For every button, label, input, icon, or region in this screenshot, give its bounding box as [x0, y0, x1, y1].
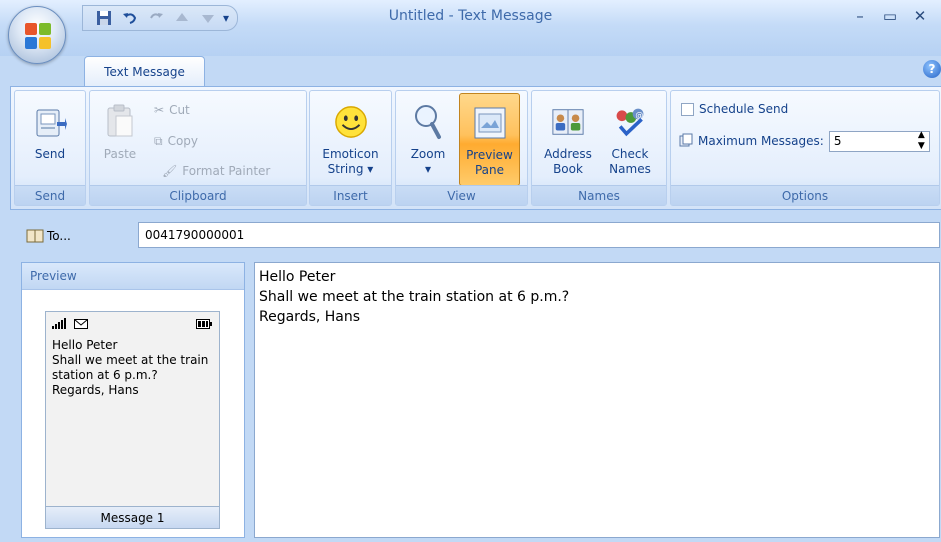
preview-pane-button[interactable]: Preview Pane	[459, 93, 520, 186]
address-book-small-icon	[26, 229, 44, 243]
preview-panel: Preview Hello Peter Shall we meet at the…	[21, 262, 245, 538]
phone-preview: Hello Peter Shall we meet at the train s…	[45, 311, 220, 529]
window-controls: – ▭ ✕	[847, 6, 933, 26]
copy-icon: ⧉	[154, 133, 163, 148]
emoticon-string-button[interactable]: Emoticon String ▾	[314, 93, 387, 177]
check-names-button[interactable]: @ Check Names	[600, 93, 660, 177]
tab-text-message[interactable]: Text Message	[84, 56, 205, 86]
phone-message-counter: Message 1	[46, 506, 219, 528]
check-names-icon: @	[616, 108, 644, 137]
title-bar: ▾ Untitled - Text Message – ▭ ✕	[0, 0, 941, 56]
envelope-icon	[74, 319, 88, 329]
preview-pane-icon	[474, 107, 505, 139]
group-label-send: Send	[15, 185, 85, 205]
send-icon	[36, 109, 67, 137]
magnifier-icon	[415, 105, 441, 139]
send-label: Send	[34, 147, 66, 161]
window-title: Untitled - Text Message	[388, 8, 553, 24]
spinner-arrows-icon[interactable]: ▲ ▼	[918, 130, 925, 152]
send-button[interactable]: Send	[20, 93, 80, 162]
ribbon-tab-row: Text Message ?	[0, 56, 941, 86]
maximum-messages-field: Maximum Messages: 5 ▲ ▼	[679, 130, 930, 152]
minimize-button[interactable]: –	[847, 6, 873, 26]
close-button[interactable]: ✕	[907, 6, 933, 26]
group-label-view: View	[396, 185, 527, 205]
svg-text:@: @	[635, 111, 643, 120]
group-label-clipboard: Clipboard	[90, 185, 306, 205]
preview-header: Preview	[22, 263, 244, 290]
maximum-messages-value: 5	[833, 133, 842, 148]
group-clipboard: Paste ✂ Cut ⧉ Copy 🖌 Format Painter Clip…	[89, 90, 307, 206]
phone-message-text: Hello Peter Shall we meet at the train s…	[52, 338, 209, 397]
scissors-icon: ✂	[154, 103, 165, 117]
smiley-icon	[334, 106, 367, 138]
paste-button[interactable]: Paste	[96, 93, 144, 162]
paste-icon	[107, 104, 133, 137]
maximum-messages-spinner[interactable]: 5 ▲ ▼	[828, 130, 930, 152]
help-icon[interactable]: ?	[923, 60, 941, 78]
to-button[interactable]: To...	[26, 229, 71, 243]
paste-label: Paste	[103, 147, 137, 161]
group-label-names: Names	[532, 185, 666, 205]
zoom-button[interactable]: Zoom ▾	[402, 93, 454, 177]
group-options: Schedule Send Maximum Messages: 5 ▲ ▼ Opt…	[670, 90, 940, 206]
ribbon: Send Send Paste ✂ Cut ⧉ Copy 🖌 Format Pa…	[10, 86, 941, 210]
messages-icon	[679, 133, 693, 150]
schedule-send-checkbox[interactable]: Schedule Send	[681, 99, 788, 119]
address-book-button[interactable]: Address Book	[538, 93, 598, 177]
group-send: Send Send	[14, 90, 86, 206]
group-label-options: Options	[671, 185, 939, 205]
address-book-icon	[552, 109, 584, 135]
message-body-input[interactable]: Hello Peter Shall we meet at the train s…	[254, 262, 940, 538]
office-logo-icon	[25, 23, 51, 49]
battery-icon	[196, 319, 212, 329]
copy-button[interactable]: ⧉ Copy	[154, 131, 198, 151]
group-view: Zoom ▾ Preview Pane View	[395, 90, 528, 206]
group-label-insert: Insert	[310, 185, 391, 205]
format-painter-button[interactable]: 🖌 Format Painter	[162, 161, 270, 181]
group-insert: Emoticon String ▾ Insert	[309, 90, 392, 206]
checkbox-icon[interactable]	[681, 102, 694, 116]
paintbrush-icon: 🖌	[162, 164, 178, 178]
recipient-row: To...	[10, 210, 941, 260]
office-button[interactable]	[8, 6, 66, 64]
phone-status-bar	[52, 318, 212, 332]
cut-button[interactable]: ✂ Cut	[154, 100, 190, 120]
maximize-button[interactable]: ▭	[877, 6, 903, 26]
to-input[interactable]	[138, 222, 940, 248]
group-names: Address Book @ Check Names Names	[531, 90, 667, 206]
